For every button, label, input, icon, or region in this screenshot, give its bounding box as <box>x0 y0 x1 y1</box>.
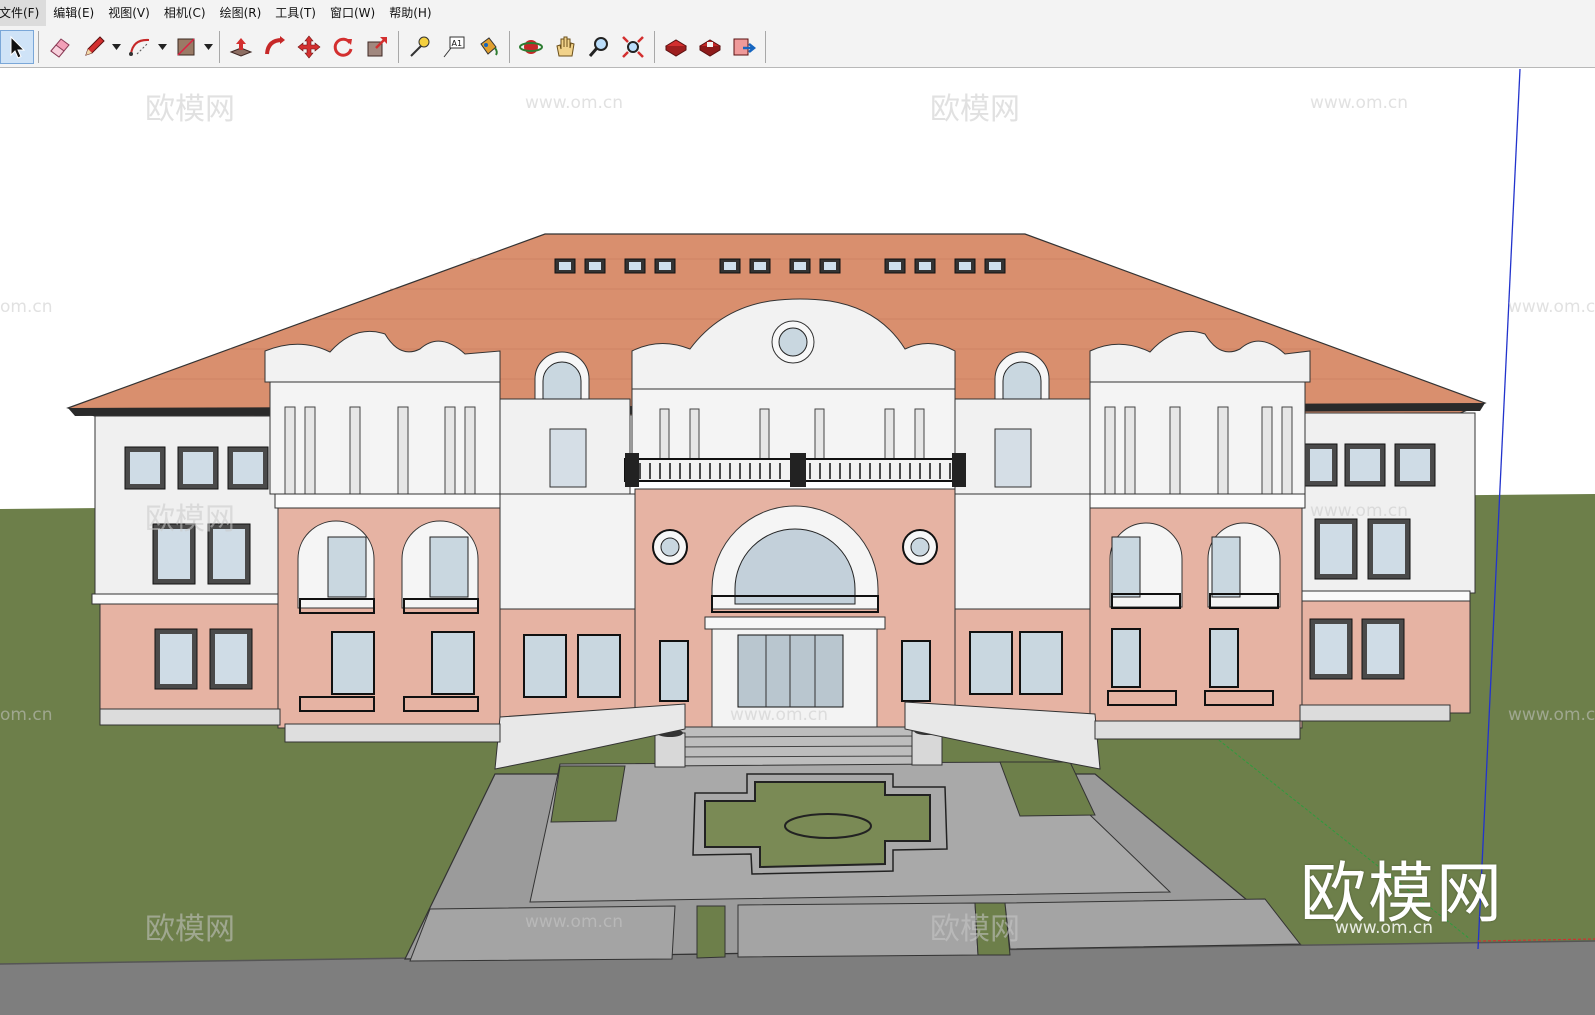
pan-icon <box>556 36 575 56</box>
svg-text:A1: A1 <box>452 39 463 48</box>
text-icon: A1 <box>443 36 465 57</box>
orbit-icon <box>519 39 543 54</box>
sketchup-window: 文件(F) 编辑(E) 视图(V) 相机(C) 绘图(R) 工具(T) 窗口(W… <box>0 0 1595 1015</box>
scale-tool-button[interactable] <box>360 30 394 64</box>
tape-measure-tool-button[interactable] <box>403 30 437 64</box>
pencil-dropdown[interactable] <box>111 30 121 64</box>
toolbar-separator <box>38 30 39 63</box>
toolbar-separator <box>765 30 766 63</box>
rotate-icon <box>333 37 353 57</box>
share-model-button[interactable] <box>727 30 761 64</box>
follow-me-icon <box>265 35 285 54</box>
rectangle-dropdown[interactable] <box>203 30 213 64</box>
arc-icon <box>129 38 150 56</box>
zoom-tool-button[interactable] <box>582 30 616 64</box>
menu-camera[interactable]: 相机(C) <box>157 0 213 26</box>
push-pull-tool-button[interactable] <box>224 30 258 64</box>
push-pull-icon <box>229 37 253 57</box>
menu-view[interactable]: 视图(V) <box>101 0 157 26</box>
chevron-down-icon <box>111 43 121 50</box>
rotate-tool-button[interactable] <box>326 30 360 64</box>
extension-warehouse-icon <box>699 38 721 57</box>
menu-file[interactable]: 文件(F) <box>0 0 47 26</box>
main-toolbar: A1 <box>0 26 1595 68</box>
pencil-tool-button[interactable] <box>77 30 111 64</box>
warehouse-button[interactable] <box>659 30 693 64</box>
eraser-icon <box>50 37 70 58</box>
menu-window[interactable]: 窗口(W) <box>323 0 382 26</box>
chevron-down-icon <box>203 43 213 50</box>
select-tool-button[interactable] <box>0 29 34 64</box>
menu-tools[interactable]: 工具(T) <box>268 0 323 26</box>
tape-measure-icon <box>410 36 430 57</box>
select-icon <box>10 35 26 59</box>
toolbar-separator <box>654 30 655 63</box>
text-tool-button[interactable]: A1 <box>437 30 471 64</box>
scale-icon <box>367 36 387 56</box>
menu-draw[interactable]: 绘图(R) <box>213 0 269 26</box>
arc-tool-button[interactable] <box>123 30 157 64</box>
pan-tool-button[interactable] <box>548 30 582 64</box>
paint-bucket-icon <box>480 36 498 56</box>
toolbar-separator <box>398 30 399 63</box>
zoom-extents-icon <box>622 35 644 58</box>
warehouse-icon <box>665 38 687 57</box>
follow-me-tool-button[interactable] <box>258 30 292 64</box>
move-tool-button[interactable] <box>292 30 326 64</box>
chevron-down-icon <box>157 43 167 50</box>
eraser-tool-button[interactable] <box>43 30 77 64</box>
share-model-icon <box>733 38 757 55</box>
zoom-icon <box>588 36 608 57</box>
paint-bucket-tool-button[interactable] <box>471 30 505 64</box>
pencil-icon <box>85 35 105 56</box>
arc-dropdown[interactable] <box>157 30 167 64</box>
extension-warehouse-button[interactable] <box>693 30 727 64</box>
toolbar-separator <box>219 30 220 63</box>
rectangle-tool-button[interactable] <box>169 30 203 64</box>
menu-help[interactable]: 帮助(H) <box>382 0 438 26</box>
toolbar-separator <box>509 30 510 63</box>
zoom-extents-tool-button[interactable] <box>616 30 650 64</box>
watermark-url-large: www.om.cn <box>1335 918 1434 938</box>
menu-edit[interactable]: 编辑(E) <box>46 0 101 26</box>
orbit-tool-button[interactable] <box>514 30 548 64</box>
rectangle-icon <box>177 37 195 56</box>
menu-bar: 文件(F) 编辑(E) 视图(V) 相机(C) 绘图(R) 工具(T) 窗口(W… <box>0 0 1595 26</box>
move-icon <box>297 35 321 58</box>
